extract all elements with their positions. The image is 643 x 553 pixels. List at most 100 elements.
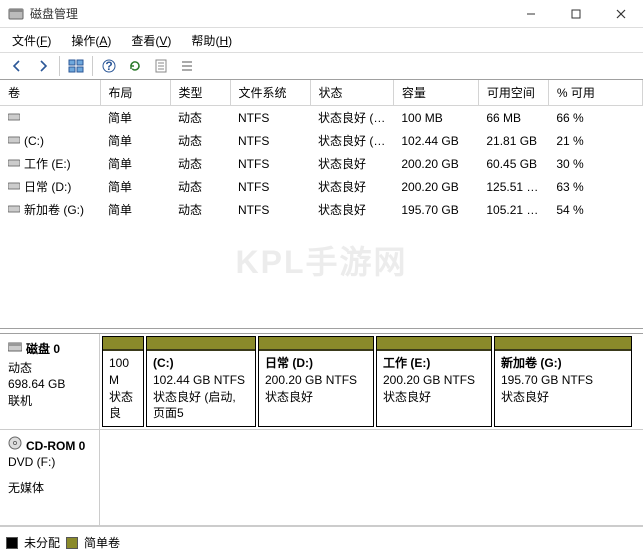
cell-fs: NTFS [230, 175, 310, 198]
partition-status: 状态良好 [383, 389, 485, 406]
table-row[interactable]: 简单动态NTFS状态良好 (…100 MB66 MB66 % [0, 106, 643, 130]
cell-status: 状态良好 [310, 175, 393, 198]
table-row[interactable]: (C:)简单动态NTFS状态良好 (…102.44 GB21.81 GB21 % [0, 129, 643, 152]
col-free[interactable]: 可用空间 [478, 80, 548, 106]
menu-help[interactable]: 帮助(H) [183, 30, 240, 51]
svg-text:?: ? [105, 59, 112, 73]
list-button[interactable] [175, 54, 199, 78]
cell-type: 动态 [170, 175, 230, 198]
cell-pct: 30 % [548, 152, 642, 175]
maximize-button[interactable] [553, 0, 598, 28]
partition-title: 新加卷 (G:) [501, 355, 625, 372]
menu-file[interactable]: 文件(F) [4, 30, 59, 51]
partition-title: 工作 (E:) [383, 355, 485, 372]
partitions: 100 M状态良(C:)102.44 GB NTFS状态良好 (启动, 页面5日… [100, 334, 643, 429]
volume-icon [8, 135, 20, 145]
cell-capacity: 100 MB [393, 106, 478, 130]
properties-button[interactable] [149, 54, 173, 78]
forward-button[interactable] [31, 54, 55, 78]
view-options-button[interactable] [64, 54, 88, 78]
watermark: KPL手游网 [235, 237, 407, 283]
partition-status: 状态良好 (启动, 页面5 [153, 389, 249, 423]
col-status[interactable]: 状态 [310, 80, 393, 106]
volume-name: (C:) [24, 134, 44, 148]
table-row[interactable]: 工作 (E:)简单动态NTFS状态良好200.20 GB60.45 GB30 % [0, 152, 643, 175]
volume-name: 工作 (E:) [24, 157, 71, 171]
partition-title: 日常 (D:) [265, 355, 367, 372]
col-type[interactable]: 类型 [170, 80, 230, 106]
partition-header [259, 337, 373, 351]
close-button[interactable] [598, 0, 643, 28]
disk-label[interactable]: 磁盘 0动态698.64 GB联机 [0, 334, 100, 429]
disk-name: CD-ROM 0 [26, 439, 85, 453]
partition-status: 状态良好 [501, 389, 625, 406]
col-volume[interactable]: 卷 [0, 80, 100, 106]
cell-status: 状态良好 [310, 152, 393, 175]
partitions [100, 430, 643, 525]
refresh-button[interactable] [123, 54, 147, 78]
cell-layout: 简单 [100, 175, 170, 198]
disk-state: 无媒体 [8, 479, 91, 496]
cell-free: 66 MB [478, 106, 548, 130]
col-pct[interactable]: % 可用 [548, 80, 642, 106]
legend-label-unallocated: 未分配 [24, 534, 60, 551]
disk-row: 磁盘 0动态698.64 GB联机100 M状态良(C:)102.44 GB N… [0, 334, 643, 430]
partition-header [495, 337, 631, 351]
toolbar-separator [59, 56, 60, 76]
cell-layout: 简单 [100, 129, 170, 152]
legend: 未分配 简单卷 [6, 534, 120, 551]
cell-type: 动态 [170, 129, 230, 152]
cell-pct: 66 % [548, 106, 642, 130]
partition[interactable]: 新加卷 (G:)195.70 GB NTFS状态良好 [494, 336, 632, 427]
cell-pct: 21 % [548, 129, 642, 152]
cell-capacity: 200.20 GB [393, 152, 478, 175]
col-fs[interactable]: 文件系统 [230, 80, 310, 106]
minimize-button[interactable] [508, 0, 553, 28]
cell-fs: NTFS [230, 106, 310, 130]
col-capacity[interactable]: 容量 [393, 80, 478, 106]
cell-layout: 简单 [100, 152, 170, 175]
cell-layout: 简单 [100, 106, 170, 130]
partition-header [147, 337, 255, 351]
col-layout[interactable]: 布局 [100, 80, 170, 106]
cell-status: 状态良好 (… [310, 106, 393, 130]
menubar: 文件(F) 操作(A) 查看(V) 帮助(H) [0, 28, 643, 52]
partition[interactable]: (C:)102.44 GB NTFS状态良好 (启动, 页面5 [146, 336, 256, 427]
cell-free: 105.21 … [478, 198, 548, 221]
partition[interactable]: 日常 (D:)200.20 GB NTFS状态良好 [258, 336, 374, 427]
cell-pct: 54 % [548, 198, 642, 221]
titlebar: 磁盘管理 [0, 0, 643, 28]
partition-status: 状态良好 [265, 389, 367, 406]
menu-action[interactable]: 操作(A) [63, 30, 119, 51]
partition-status: 状态良 [109, 389, 137, 423]
volume-icon [8, 158, 20, 168]
table-row[interactable]: 日常 (D:)简单动态NTFS状态良好200.20 GB125.51 …63 % [0, 175, 643, 198]
partition[interactable]: 工作 (E:)200.20 GB NTFS状态良好 [376, 336, 492, 427]
cell-pct: 63 % [548, 175, 642, 198]
cell-capacity: 200.20 GB [393, 175, 478, 198]
toolbar: ? [0, 52, 643, 80]
app-icon [8, 6, 24, 22]
partition-header [377, 337, 491, 351]
volume-icon [8, 181, 20, 191]
partition[interactable]: 100 M状态良 [102, 336, 144, 427]
partition-header [103, 337, 143, 351]
disk-icon [8, 341, 22, 353]
cell-fs: NTFS [230, 129, 310, 152]
legend-swatch-unallocated [6, 537, 18, 549]
cell-free: 60.45 GB [478, 152, 548, 175]
disk-name: 磁盘 0 [26, 342, 60, 356]
volume-list: 卷 布局 类型 文件系统 状态 容量 可用空间 % 可用 简单动态NTFS状态良… [0, 80, 643, 328]
back-button[interactable] [5, 54, 29, 78]
cell-status: 状态良好 [310, 198, 393, 221]
volume-icon [8, 112, 20, 122]
cell-fs: NTFS [230, 198, 310, 221]
menu-view[interactable]: 查看(V) [123, 30, 179, 51]
help-button[interactable]: ? [97, 54, 121, 78]
cell-type: 动态 [170, 198, 230, 221]
column-headers: 卷 布局 类型 文件系统 状态 容量 可用空间 % 可用 [0, 80, 643, 106]
disk-type: 动态 [8, 359, 91, 376]
table-row[interactable]: 新加卷 (G:)简单动态NTFS状态良好195.70 GB105.21 …54 … [0, 198, 643, 221]
disk-label[interactable]: CD-ROM 0DVD (F:)无媒体 [0, 430, 100, 525]
partition-size: 100 M [109, 355, 137, 389]
